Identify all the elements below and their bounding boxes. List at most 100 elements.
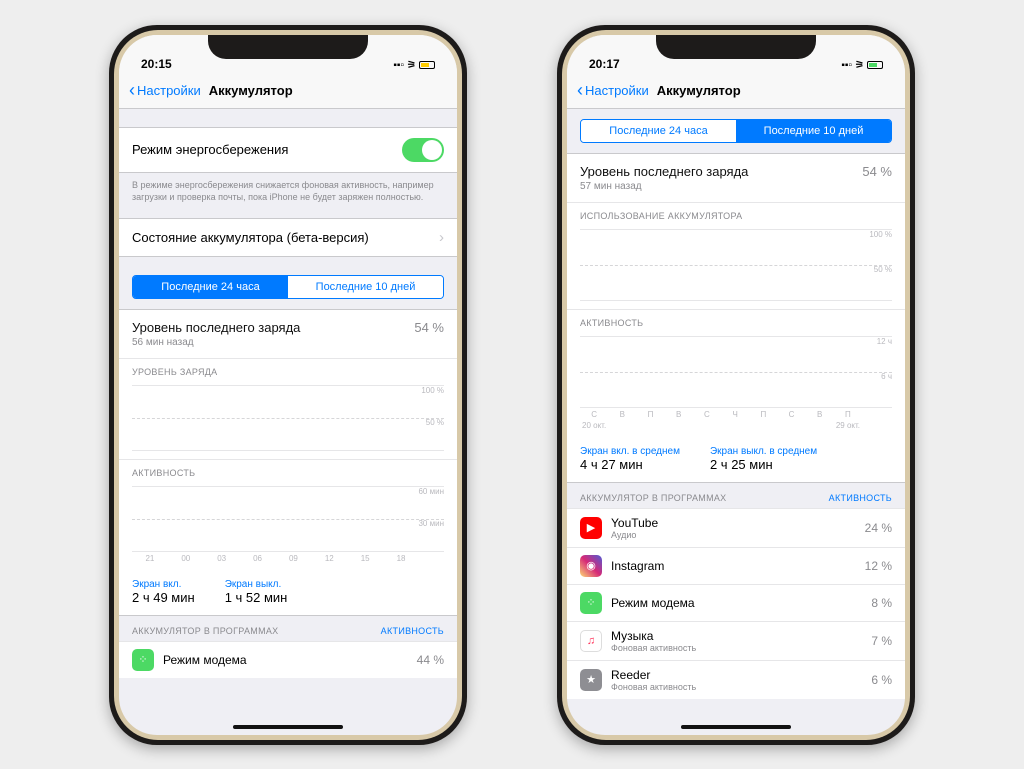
screen-on-avg-value: 4 ч 27 мин [580, 457, 680, 472]
screen-time: Экран вкл. в среднем 4 ч 27 мин Экран вы… [567, 438, 905, 483]
x-date-labels: 20 окт.29 окт. [580, 419, 892, 430]
app-sub: Аудио [611, 530, 865, 540]
battery-health-label: Состояние аккумулятора (бета-версия) [132, 230, 369, 245]
activity-bars [580, 337, 862, 407]
signal-icon: ▪▪▫ [841, 60, 852, 71]
app-pct: 24 % [865, 521, 892, 535]
battery-health-cell[interactable]: Состояние аккумулятора (бета-версия) › [119, 218, 457, 257]
notch [208, 35, 368, 59]
screen-off-avg-label: Экран выкл. в среднем [710, 446, 817, 457]
last-charge-title: Уровень последнего заряда [132, 320, 300, 335]
last-charge-sub: 57 мин назад [580, 181, 748, 192]
low-power-note: В режиме энергосбережения снижается фоно… [119, 173, 457, 218]
wifi-icon: ⚞ [407, 60, 416, 71]
app-row[interactable]: ⁘ Режим модема8 % [567, 584, 905, 621]
activity-label: АКТИВНОСТЬ [567, 309, 905, 332]
page-title: Аккумулятор [209, 83, 293, 98]
page-title: Аккумулятор [657, 83, 741, 98]
last-charge: Уровень последнего заряда 56 мин назад 5… [119, 309, 457, 358]
app-name: Reeder [611, 668, 871, 682]
status-icons: ▪▪▫ ⚞ [393, 60, 435, 71]
app-icon: ◉ [580, 555, 602, 577]
back-button[interactable]: ‹ Настройки [129, 80, 201, 101]
apps-header: АККУМУЛЯТОР В ПРОГРАММАХ АКТИВНОСТЬ [119, 616, 457, 641]
phone-left: 20:15 ▪▪▫ ⚞ ‹ Настройки Аккумулятор Режи… [109, 25, 467, 745]
app-row[interactable]: ◉ Instagram12 % [567, 547, 905, 584]
status-icons: ▪▪▫ ⚞ [841, 60, 883, 71]
home-indicator[interactable] [681, 725, 791, 729]
notch [656, 35, 816, 59]
app-name: Режим модема [611, 596, 871, 610]
last-charge-sub: 56 мин назад [132, 337, 300, 348]
activity-chart: 60 мин 30 мин 2100030609121518 [119, 482, 457, 571]
app-pct: 12 % [865, 559, 892, 573]
screen-off-avg-value: 2 ч 25 мин [710, 457, 817, 472]
nav-bar: ‹ Настройки Аккумулятор [567, 73, 905, 109]
app-pct: 8 % [871, 596, 892, 610]
battery-usage-chart: 100 % 50 % [567, 225, 905, 309]
screen-left: 20:15 ▪▪▫ ⚞ ‹ Настройки Аккумулятор Режи… [119, 35, 457, 735]
screen-on-value: 2 ч 49 мин [132, 590, 195, 605]
battery-level-bars [132, 386, 416, 450]
seg-24h[interactable]: Последние 24 часа [133, 276, 288, 298]
x-labels: СВПВСЧПСВП [580, 408, 892, 419]
low-power-mode-cell[interactable]: Режим энергосбережения [119, 127, 457, 173]
battery-usage-bars [580, 230, 862, 300]
app-icon: ★ [580, 669, 602, 691]
app-name: YouTube [611, 516, 865, 530]
activity-link[interactable]: АКТИВНОСТЬ [829, 493, 892, 503]
last-charge: Уровень последнего заряда 57 мин назад 5… [567, 153, 905, 202]
signal-icon: ▪▪▫ [393, 60, 404, 71]
chevron-right-icon: › [439, 229, 444, 246]
app-row[interactable]: ▶ YouTubeАудио24 % [567, 508, 905, 547]
screen-off-label: Экран выкл. [225, 579, 288, 590]
home-indicator[interactable] [233, 725, 343, 729]
battery-usage-label: ИСПОЛЬЗОВАНИЕ АККУМУЛЯТОРА [567, 202, 905, 225]
app-name: Музыка [611, 629, 871, 643]
wifi-icon: ⚞ [855, 60, 864, 71]
app-name: Режим модема [163, 653, 417, 667]
phone-right: 20:17 ▪▪▫ ⚞ ‹ Настройки Аккумулятор Посл… [557, 25, 915, 745]
app-row[interactable]: ⁘ Режим модема 44 % [119, 641, 457, 678]
battery-icon [867, 61, 883, 69]
segmented-control[interactable]: Последние 24 часа Последние 10 дней [580, 119, 892, 143]
low-power-toggle[interactable] [402, 138, 444, 162]
screen-off-value: 1 ч 52 мин [225, 590, 288, 605]
activity-link[interactable]: АКТИВНОСТЬ [381, 626, 444, 636]
chevron-left-icon: ‹ [577, 80, 583, 101]
seg-10d[interactable]: Последние 10 дней [288, 276, 443, 298]
app-pct: 6 % [871, 673, 892, 687]
last-charge-pct: 54 % [862, 164, 892, 179]
last-charge-pct: 54 % [414, 320, 444, 335]
battery-level-label: УРОВЕНЬ ЗАРЯДА [119, 358, 457, 381]
app-icon: ▶ [580, 517, 602, 539]
app-sub: Фоновая активность [611, 643, 871, 653]
segmented-control[interactable]: Последние 24 часа Последние 10 дней [132, 275, 444, 299]
x-labels: 2100030609121518 [132, 552, 444, 563]
back-button[interactable]: ‹ Настройки [577, 80, 649, 101]
nav-bar: ‹ Настройки Аккумулятор [119, 73, 457, 109]
chevron-left-icon: ‹ [129, 80, 135, 101]
app-pct: 7 % [871, 634, 892, 648]
app-row[interactable]: ♫ МузыкаФоновая активность7 % [567, 621, 905, 660]
app-pct: 44 % [417, 653, 444, 667]
battery-icon [419, 61, 435, 69]
app-icon: ⁘ [580, 592, 602, 614]
apps-list: ▶ YouTubeАудио24 % ◉ Instagram12 % ⁘ Режим мо… [567, 508, 905, 699]
status-time: 20:15 [141, 57, 172, 71]
seg-10d[interactable]: Последние 10 дней [736, 120, 891, 142]
app-icon: ♫ [580, 630, 602, 652]
low-power-label: Режим энергосбережения [132, 142, 288, 157]
last-charge-title: Уровень последнего заряда [580, 164, 748, 179]
screen-on-avg-label: Экран вкл. в среднем [580, 446, 680, 457]
app-row[interactable]: ★ReederФоновая активность6 % [567, 660, 905, 699]
app-name: Instagram [611, 559, 865, 573]
hotspot-icon: ⁘ [132, 649, 154, 671]
content[interactable]: Режим энергосбережения В режиме энергосб… [119, 109, 457, 735]
activity-label: АКТИВНОСТЬ [119, 459, 457, 482]
screen-right: 20:17 ▪▪▫ ⚞ ‹ Настройки Аккумулятор Посл… [567, 35, 905, 735]
seg-24h[interactable]: Последние 24 часа [581, 120, 736, 142]
content[interactable]: Последние 24 часа Последние 10 дней Уров… [567, 109, 905, 735]
activity-bars [132, 487, 414, 551]
activity-chart: 12 ч 6 ч СВПВСЧПСВП 20 окт.29 окт. [567, 332, 905, 438]
